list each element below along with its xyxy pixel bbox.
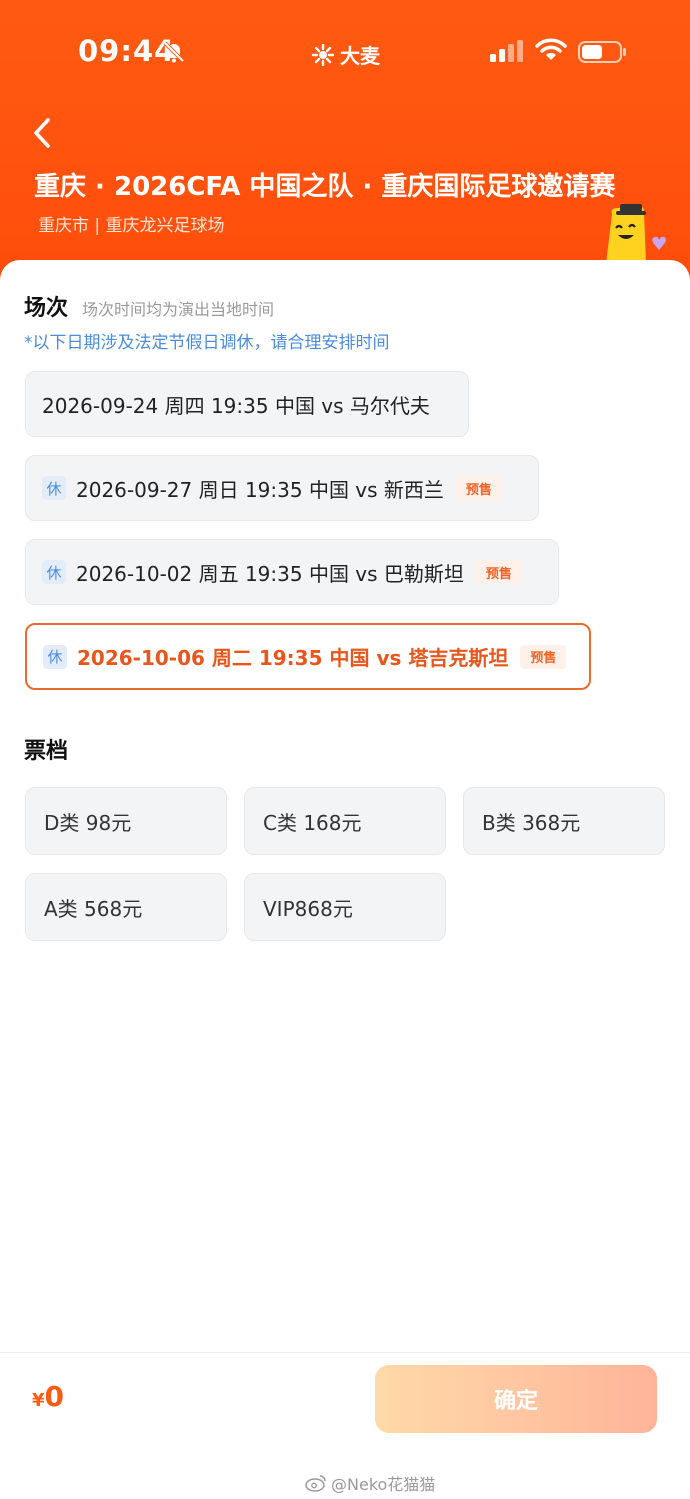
mute-bell-icon [163, 41, 185, 63]
mascot-icon [606, 204, 666, 264]
tier-label: B类 368元 [482, 810, 581, 835]
session-label: 2026-10-02 周五 19:35 中国 vs 巴勒斯坦 [76, 561, 464, 586]
presale-badge: 预售 [475, 560, 522, 584]
sessions-time-note: 场次时间均为演出当地时间 [82, 300, 275, 319]
brand-name: 大麦 [340, 44, 380, 68]
event-title: 重庆 · 2026CFA 中国之队 · 重庆国际足球邀请赛 [34, 172, 616, 202]
tier-label: C类 168元 [263, 810, 362, 835]
currency-symbol: ¥ [32, 1390, 45, 1411]
session-label: 2026-10-06 周二 19:35 中国 vs 塔吉克斯坦 [77, 646, 509, 670]
holiday-tag: 休 [42, 560, 66, 584]
total-price: ¥0 [32, 1380, 64, 1413]
session-option[interactable]: 2026-09-24 周四 19:35 中国 vs 马尔代夫 [25, 371, 469, 437]
watermark-text: @Neko花猫猫 [331, 1475, 436, 1494]
holiday-notice: *以下日期涉及法定节假日调休，请合理安排时间 [24, 333, 390, 353]
ticket-tier-option[interactable]: VIP868元 [244, 873, 446, 941]
brand-logo: 大麦 [310, 40, 380, 69]
confirm-button[interactable]: 确定 [375, 1365, 657, 1433]
session-label: 2026-09-27 周日 19:35 中国 vs 新西兰 [76, 477, 444, 502]
footer-divider [0, 1352, 690, 1353]
status-bar: 09:44 大麦 [0, 0, 690, 100]
ticket-tier-option[interactable]: C类 168元 [244, 787, 446, 855]
wifi-icon [535, 38, 567, 60]
session-option-selected[interactable]: 休 2026-10-06 周二 19:35 中国 vs 塔吉克斯坦 预售 [25, 623, 591, 690]
session-option[interactable]: 休 2026-09-27 周日 19:35 中国 vs 新西兰 预售 [25, 455, 539, 521]
tiers-heading: 票档 [24, 739, 69, 764]
tier-label: D类 98元 [44, 810, 132, 835]
event-venue: 重庆市 | 重庆龙兴足球场 [38, 216, 225, 236]
tier-label: VIP868元 [263, 896, 353, 921]
presale-badge: 预售 [520, 644, 567, 669]
session-label: 2026-09-24 周四 19:35 中国 vs 马尔代夫 [42, 393, 430, 418]
sessions-heading: 场次 [24, 296, 69, 321]
session-option[interactable]: 休 2026-10-02 周五 19:35 中国 vs 巴勒斯坦 预售 [25, 539, 559, 605]
battery-icon [578, 41, 626, 63]
weibo-logo-icon [305, 1475, 326, 1492]
holiday-tag: 休 [42, 476, 66, 500]
back-arrow-icon[interactable] [28, 116, 58, 150]
price-value: 0 [44, 1380, 65, 1413]
ticket-tier-option[interactable]: D类 98元 [25, 787, 227, 855]
presale-badge: 预售 [455, 476, 502, 500]
holiday-tag: 休 [43, 644, 67, 669]
cellular-signal-icon [490, 40, 523, 62]
ticket-tier-option[interactable]: B类 368元 [463, 787, 665, 855]
damai-logo-icon [311, 43, 335, 66]
tier-label: A类 568元 [44, 896, 143, 921]
watermark: @Neko花猫猫 [305, 1471, 435, 1495]
ticket-tier-option[interactable]: A类 568元 [25, 873, 227, 941]
